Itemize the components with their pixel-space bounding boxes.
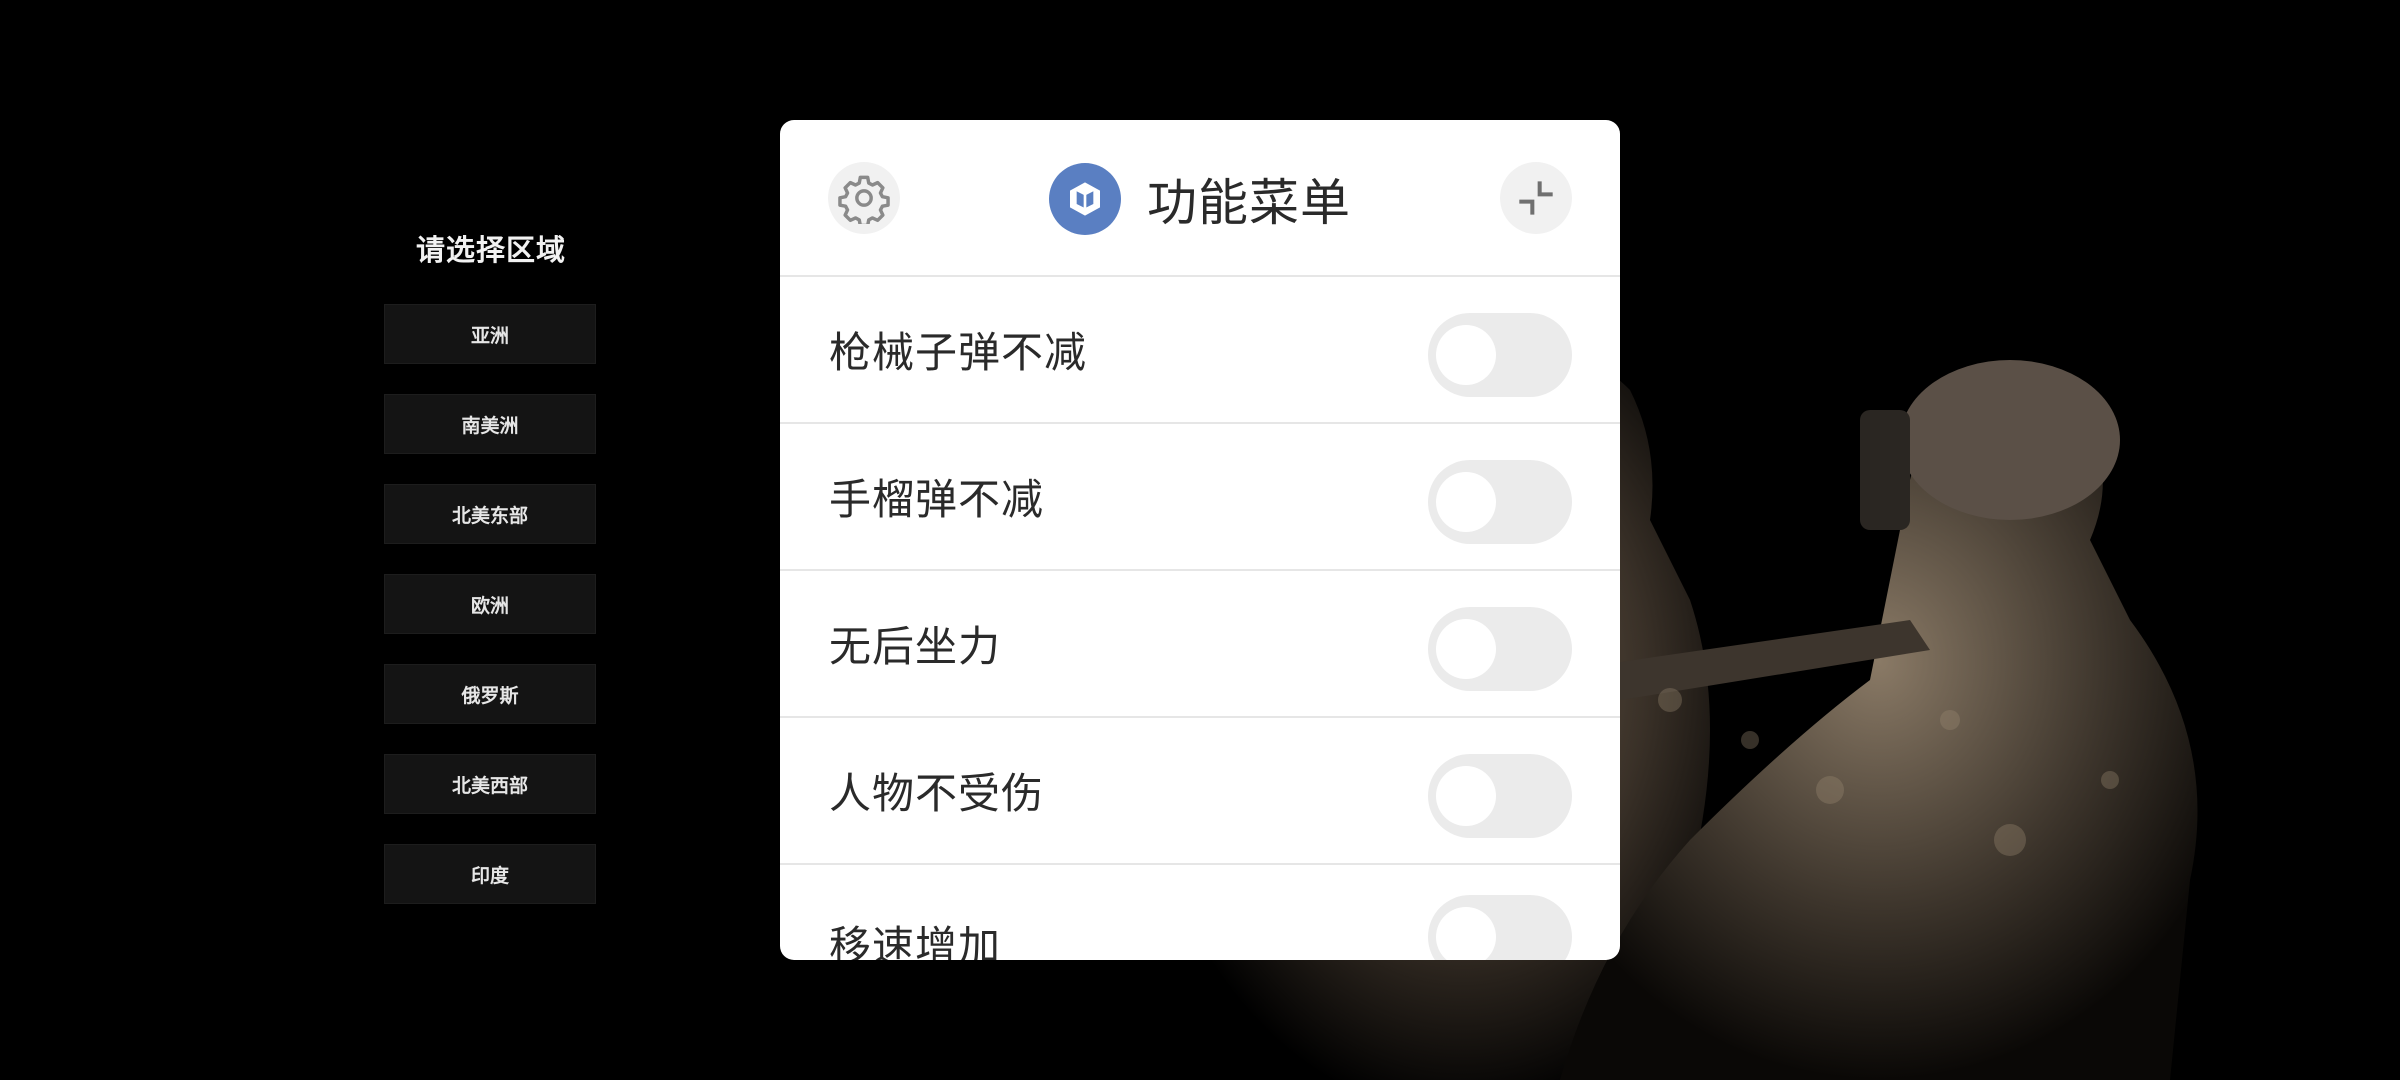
feature-item: 移速增加 — [780, 865, 1620, 960]
region-button-asia[interactable]: 亚洲 — [384, 304, 596, 364]
region-selector: 请选择区域 亚洲 南美洲 北美东部 欧洲 俄罗斯 北美西部 印度 — [384, 228, 598, 934]
region-list: 亚洲 南美洲 北美东部 欧洲 俄罗斯 北美西部 印度 — [384, 304, 598, 904]
feature-label: 枪械子弹不减 — [829, 328, 1088, 377]
feature-label: 手榴弹不减 — [829, 475, 1045, 524]
feature-label: 无后坐力 — [829, 622, 1002, 671]
toggle-knob — [1436, 766, 1496, 826]
menu-title-group: 功能菜单 — [780, 162, 1620, 236]
toggle-knob — [1436, 472, 1496, 532]
feature-label: 人物不受伤 — [829, 769, 1045, 818]
app-logo — [1049, 163, 1121, 235]
feature-toggle-switch[interactable] — [1428, 895, 1572, 960]
region-button-south-america[interactable]: 南美洲 — [384, 394, 596, 454]
region-button-russia[interactable]: 俄罗斯 — [384, 664, 596, 724]
region-button-india[interactable]: 印度 — [384, 844, 596, 904]
region-button-north-america-east[interactable]: 北美东部 — [384, 484, 596, 544]
feature-toggle-switch[interactable] — [1428, 754, 1572, 838]
region-selector-title: 请选择区域 — [415, 233, 566, 267]
cube-logo-icon — [1070, 182, 1100, 216]
minimize-button[interactable] — [1500, 162, 1572, 234]
feature-toggle-switch[interactable] — [1428, 313, 1572, 397]
feature-toggle-switch[interactable] — [1428, 607, 1572, 691]
menu-title: 功能菜单 — [1147, 174, 1351, 232]
toggle-knob — [1436, 907, 1496, 960]
feature-item: 人物不受伤 — [780, 718, 1620, 865]
feature-item: 无后坐力 — [780, 571, 1620, 718]
feature-list: 枪械子弹不减 手榴弹不减 无后坐力 人物不受伤 移速增加 — [780, 277, 1620, 960]
feature-label: 移速增加 — [829, 922, 1002, 960]
feature-item: 枪械子弹不减 — [780, 277, 1620, 424]
region-button-north-america-west[interactable]: 北美西部 — [384, 754, 596, 814]
function-menu-dialog: 功能菜单 枪械子弹不减 手榴弹不减 无后坐力 人物不受伤 移速增加 — [780, 120, 1620, 960]
app-screen: 请选择区域 亚洲 南美洲 北美东部 欧洲 俄罗斯 北美西部 印度 功能菜单 枪械… — [0, 0, 2400, 1080]
toggle-knob — [1436, 325, 1496, 385]
minimize-icon — [1519, 181, 1553, 215]
feature-item: 手榴弹不减 — [780, 424, 1620, 571]
feature-toggle-switch[interactable] — [1428, 460, 1572, 544]
region-button-europe[interactable]: 欧洲 — [384, 574, 596, 634]
menu-header: 功能菜单 — [780, 120, 1620, 277]
toggle-knob — [1436, 619, 1496, 679]
